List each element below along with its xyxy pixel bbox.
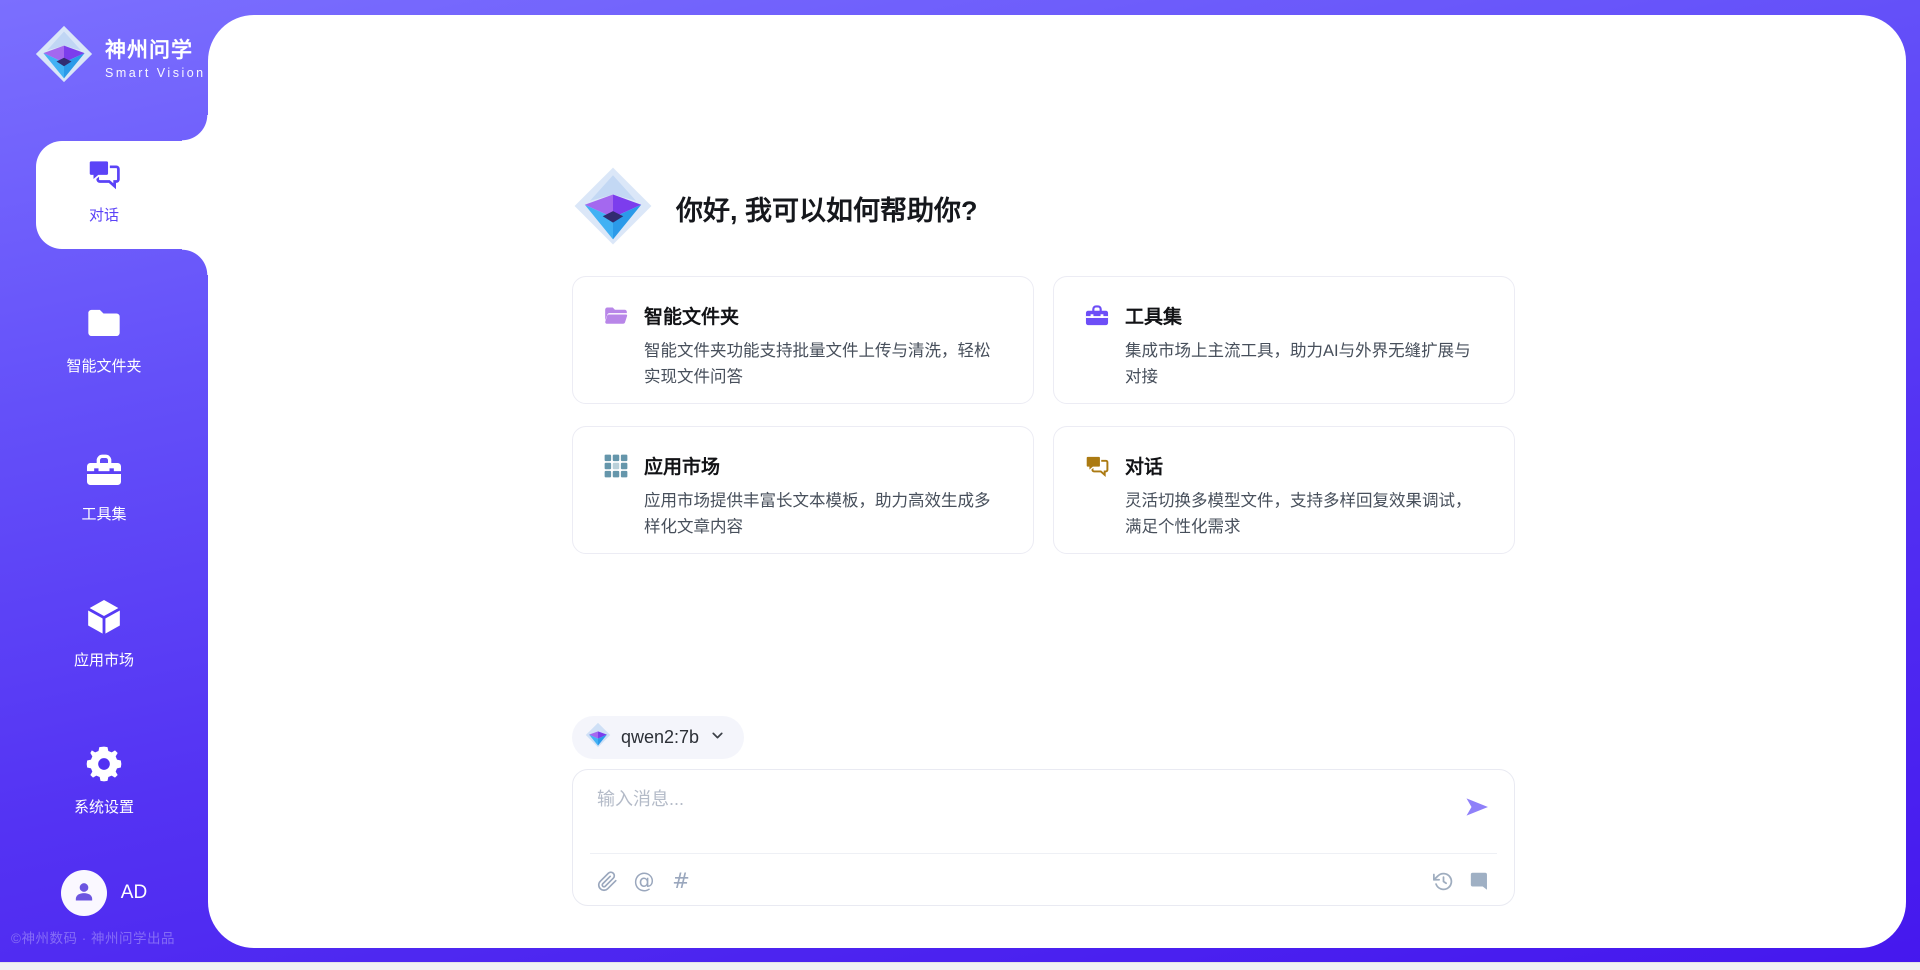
model-selector[interactable]: qwen2:7b bbox=[572, 716, 744, 759]
card-smart-folder[interactable]: 智能文件夹 智能文件夹功能支持批量文件上传与清洗，轻松实现文件问答 bbox=[572, 276, 1034, 404]
card-description: 集成市场上主流工具，助力AI与外界无缝扩展与对接 bbox=[1125, 339, 1486, 390]
brand-subtitle: Smart Vision bbox=[105, 66, 206, 80]
model-name: qwen2:7b bbox=[621, 727, 699, 748]
card-title: 智能文件夹 bbox=[644, 302, 1005, 329]
paperclip-icon[interactable] bbox=[595, 869, 619, 893]
message-composer: @ # bbox=[572, 769, 1515, 906]
chevron-down-icon bbox=[709, 727, 726, 749]
sidebar-item-folders[interactable]: 智能文件夹 bbox=[0, 303, 208, 376]
copyright-text: ©神州数码 · 神州问学出品 bbox=[11, 927, 211, 947]
sidebar-item-label: 智能文件夹 bbox=[0, 355, 208, 376]
user-name: AD bbox=[121, 882, 147, 904]
chat-icon bbox=[86, 156, 122, 197]
composer-toolbar: @ # bbox=[595, 866, 1492, 896]
cube-icon bbox=[84, 597, 124, 642]
history-icon[interactable] bbox=[1431, 869, 1455, 893]
sidebar-item-tools[interactable]: 工具集 bbox=[0, 451, 208, 524]
active-tab-fillet-bottom bbox=[182, 249, 208, 275]
greeting-title: 你好, 我可以如何帮助你? bbox=[676, 189, 978, 228]
feature-cards: 智能文件夹 智能文件夹功能支持批量文件上传与清洗，轻松实现文件问答 bbox=[572, 276, 1515, 554]
user-account[interactable]: AD bbox=[0, 870, 208, 916]
diamond-logo-icon bbox=[585, 722, 611, 753]
sidebar-item-settings[interactable]: 系统设置 bbox=[0, 744, 208, 817]
card-title: 应用市场 bbox=[644, 452, 1005, 479]
brand-logo: 神州问学 Smart Vision bbox=[34, 24, 206, 89]
active-tab-fillet-top bbox=[182, 115, 208, 141]
sidebar-item-label: 应用市场 bbox=[0, 649, 208, 670]
card-app-market[interactable]: 应用市场 应用市场提供丰富长文本模板，助力高效生成多样化文章内容 bbox=[572, 426, 1034, 554]
greeting: 你好, 我可以如何帮助你? bbox=[572, 165, 978, 252]
composer-divider bbox=[590, 853, 1497, 854]
briefcase-icon bbox=[1084, 302, 1110, 403]
sidebar-item-chat[interactable]: 对话 bbox=[0, 156, 208, 225]
comment-icon[interactable] bbox=[1468, 869, 1492, 893]
gear-icon bbox=[84, 744, 124, 789]
sidebar-item-label: 系统设置 bbox=[0, 796, 208, 817]
diamond-logo-icon bbox=[34, 24, 94, 89]
card-description: 灵活切换多模型文件，支持多样回复效果调试，满足个性化需求 bbox=[1125, 489, 1486, 540]
chat-bubbles-icon bbox=[1084, 452, 1110, 553]
main-panel: 你好, 我可以如何帮助你? 智能文件夹 智能文件夹功能支持批量文件上传与清洗，轻… bbox=[208, 15, 1906, 948]
send-icon[interactable] bbox=[1462, 792, 1492, 822]
brand-name: 神州问学 bbox=[105, 39, 193, 62]
card-description: 智能文件夹功能支持批量文件上传与清洗，轻松实现文件问答 bbox=[644, 339, 1005, 390]
hash-icon[interactable]: # bbox=[669, 869, 693, 893]
at-sign-icon[interactable]: @ bbox=[632, 869, 656, 893]
avatar bbox=[61, 870, 107, 916]
app-window: 神州问学 Smart Vision 对话 智能文件夹 bbox=[0, 0, 1920, 970]
sidebar: 神州问学 Smart Vision 对话 智能文件夹 bbox=[0, 0, 208, 970]
person-icon bbox=[70, 877, 98, 910]
folder-icon bbox=[84, 303, 124, 348]
message-input[interactable] bbox=[573, 770, 1514, 850]
grid-icon bbox=[603, 452, 629, 553]
card-toolset[interactable]: 工具集 集成市场上主流工具，助力AI与外界无缝扩展与对接 bbox=[1053, 276, 1515, 404]
sidebar-item-market[interactable]: 应用市场 bbox=[0, 597, 208, 670]
horizontal-scrollbar[interactable] bbox=[0, 962, 1920, 970]
folder-open-icon bbox=[603, 302, 629, 403]
card-title: 对话 bbox=[1125, 452, 1486, 479]
diamond-logo-icon bbox=[572, 165, 654, 252]
card-title: 工具集 bbox=[1125, 302, 1486, 329]
card-description: 应用市场提供丰富长文本模板，助力高效生成多样化文章内容 bbox=[644, 489, 1005, 540]
briefcase-icon bbox=[84, 451, 124, 496]
sidebar-item-label: 对话 bbox=[0, 204, 208, 225]
sidebar-item-label: 工具集 bbox=[0, 503, 208, 524]
card-chat[interactable]: 对话 灵活切换多模型文件，支持多样回复效果调试，满足个性化需求 bbox=[1053, 426, 1515, 554]
